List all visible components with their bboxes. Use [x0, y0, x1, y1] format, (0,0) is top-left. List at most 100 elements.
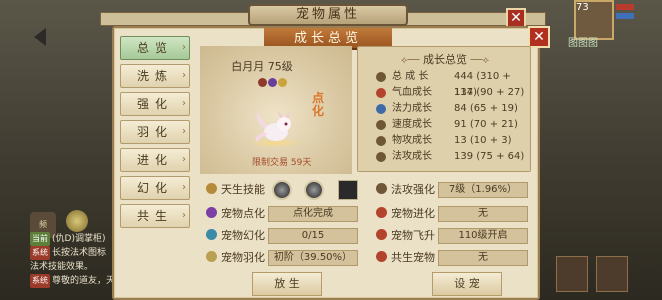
tab-refine[interactable]: 洗炼 › — [120, 64, 190, 88]
huanhua-value: 0/15 — [268, 228, 358, 244]
huanhua-row: 宠物幻化 — [206, 228, 265, 244]
left-arrow-icon[interactable] — [34, 28, 46, 46]
growth-row-phys-atk: 物攻成长 13 (10 + 3) — [376, 133, 526, 149]
growth-label: 法力成长 — [392, 103, 432, 114]
growth-row-magic-atk: 法攻成长 139 (75 + 64) — [376, 149, 526, 165]
growth-label: 速度成长 — [392, 119, 432, 130]
growth-value: 139 (75 + 64) — [454, 151, 525, 162]
yuhua-value: 初阶（39.50%） — [268, 250, 358, 266]
symbiosis-value: 无 — [438, 250, 528, 266]
ascend-row: 宠物飞升 — [376, 228, 435, 244]
chat-tag-icon: 系统 — [30, 274, 50, 288]
chat-panel: 当前 (仇D)调掌柜) 系统 长按法术图标 法术技能效果。 系统 尊敬的道友，天 — [30, 232, 120, 300]
skill-icon — [206, 183, 217, 194]
tab-feather[interactable]: 羽化 › — [120, 120, 190, 144]
bottom-right-button-2[interactable] — [596, 256, 628, 292]
speed-icon — [376, 120, 386, 130]
ascend-value: 110级开启 — [438, 228, 528, 244]
tab-symbiosis[interactable]: 共生 › — [120, 204, 190, 228]
tab-evolve[interactable]: 进化 › — [120, 148, 190, 172]
chevron-right-icon: › — [182, 70, 186, 81]
innate-skill-row: 天生技能 — [206, 182, 265, 198]
ascend-label: 宠物飞升 — [391, 229, 435, 242]
evolve-value: 无 — [438, 206, 528, 222]
scroll-deco-icon: ──⟡ — [470, 55, 490, 66]
yuhua-icon — [206, 251, 217, 262]
chat-line: 尊敬的道友，天 — [52, 276, 116, 286]
growth-value: 84 (65 + 19) — [454, 103, 518, 114]
chevron-right-icon: › — [182, 210, 186, 221]
tab-label: 共生 — [136, 209, 173, 223]
ascend-icon — [376, 229, 387, 240]
player-level: 73 — [576, 2, 589, 13]
magic-attack-enhance-row: 法攻强化 — [376, 182, 435, 198]
tab-label: 幻化 — [136, 181, 173, 195]
mana-icon — [376, 104, 386, 114]
chat-line: 法术技能效果。 — [30, 262, 94, 272]
growth-value: 117 (90 + 27) — [454, 87, 525, 98]
dianhua-value: 点化完成 — [268, 206, 358, 222]
scroll-deco-icon: ⟡── — [400, 55, 420, 66]
growth-value: 13 (10 + 3) — [454, 135, 512, 146]
fire-element-icon — [258, 78, 267, 87]
arcane-element-icon — [268, 78, 277, 87]
growth-label: 物攻成长 — [392, 135, 432, 146]
player-hp-bar — [616, 4, 634, 10]
dianhua-icon — [206, 207, 217, 218]
outer-close-button[interactable]: ✕ — [506, 8, 526, 28]
huanhua-label: 宠物幻化 — [221, 229, 265, 242]
chevron-right-icon: › — [182, 98, 186, 109]
tab-transform[interactable]: 幻化 › — [120, 176, 190, 200]
pet-sprite-icon — [255, 111, 291, 142]
release-button[interactable]: 放 生 — [252, 272, 322, 296]
chevron-right-icon: › — [182, 126, 186, 137]
dianhua-badge: 点化 — [312, 91, 325, 118]
chevron-right-icon: › — [182, 42, 186, 53]
chevron-right-icon: › — [182, 154, 186, 165]
chat-tag-icon: 当前 — [30, 232, 50, 246]
yuhua-row: 宠物羽化 — [206, 250, 265, 266]
skill-slot-1-icon[interactable] — [272, 180, 292, 200]
evolve-label: 宠物进化 — [391, 207, 435, 220]
player-name: 图图图 — [568, 38, 598, 49]
tab-strengthen[interactable]: 强化 › — [120, 92, 190, 116]
hp-icon — [376, 88, 386, 98]
tab-overview[interactable]: 总览 › — [120, 36, 190, 60]
growth-label: 总 成 长 — [392, 71, 429, 82]
total-growth-icon — [376, 72, 386, 82]
skill-slot-3-icon[interactable] — [338, 180, 358, 200]
chat-line: 长按法术图标 — [52, 248, 107, 258]
gold-element-icon — [278, 78, 287, 87]
evolve-icon — [376, 207, 387, 218]
magic-enhance-icon — [376, 183, 387, 194]
tab-label: 洗炼 — [136, 69, 173, 83]
growth-row-total: 总 成 长 444 (310 + 134) — [376, 69, 526, 98]
trade-limit-text: 限制交易 59天 — [252, 158, 312, 168]
window-title-banner: 宠物属性 — [248, 4, 408, 26]
tab-label: 羽化 — [136, 125, 173, 139]
set-pet-button[interactable]: 设 宠 — [432, 272, 502, 296]
skill-slot-2-icon[interactable] — [304, 180, 324, 200]
symbiosis-label: 共生宠物 — [391, 251, 435, 264]
pet-element-icons — [258, 72, 288, 87]
tab-label: 强化 — [136, 97, 173, 111]
growth-row-hp: 气血成长 117 (90 + 27) — [376, 85, 526, 101]
panel-close-button[interactable]: ✕ — [528, 26, 550, 48]
magic-enhance-value: 7级（1.96%） — [438, 182, 528, 198]
magic-attack-icon — [376, 152, 386, 162]
emoji-icon[interactable] — [66, 210, 88, 232]
symbiosis-icon — [376, 251, 387, 262]
yuhua-label: 宠物羽化 — [221, 251, 265, 264]
growth-summary-box: ⟡── 成长总览 ──⟡ 总 成 长 444 (310 + 134) 气血成长 11… — [357, 46, 531, 172]
growth-heading-text: 成长总览 — [423, 53, 467, 66]
chat-tag-icon: 系统 — [30, 246, 50, 260]
chevron-right-icon: › — [182, 182, 186, 193]
innate-skill-label: 天生技能 — [221, 183, 265, 196]
growth-rows: 总 成 长 444 (310 + 134) 气血成长 117 (90 + 27) 法… — [376, 69, 526, 165]
chat-line: (仇D)调掌柜) — [52, 234, 106, 244]
huanhua-icon — [206, 229, 217, 240]
bottom-right-button-1[interactable] — [556, 256, 588, 292]
dianhua-label: 宠物点化 — [221, 207, 265, 220]
evolve-row: 宠物进化 — [376, 206, 435, 222]
physical-attack-icon — [376, 136, 386, 146]
